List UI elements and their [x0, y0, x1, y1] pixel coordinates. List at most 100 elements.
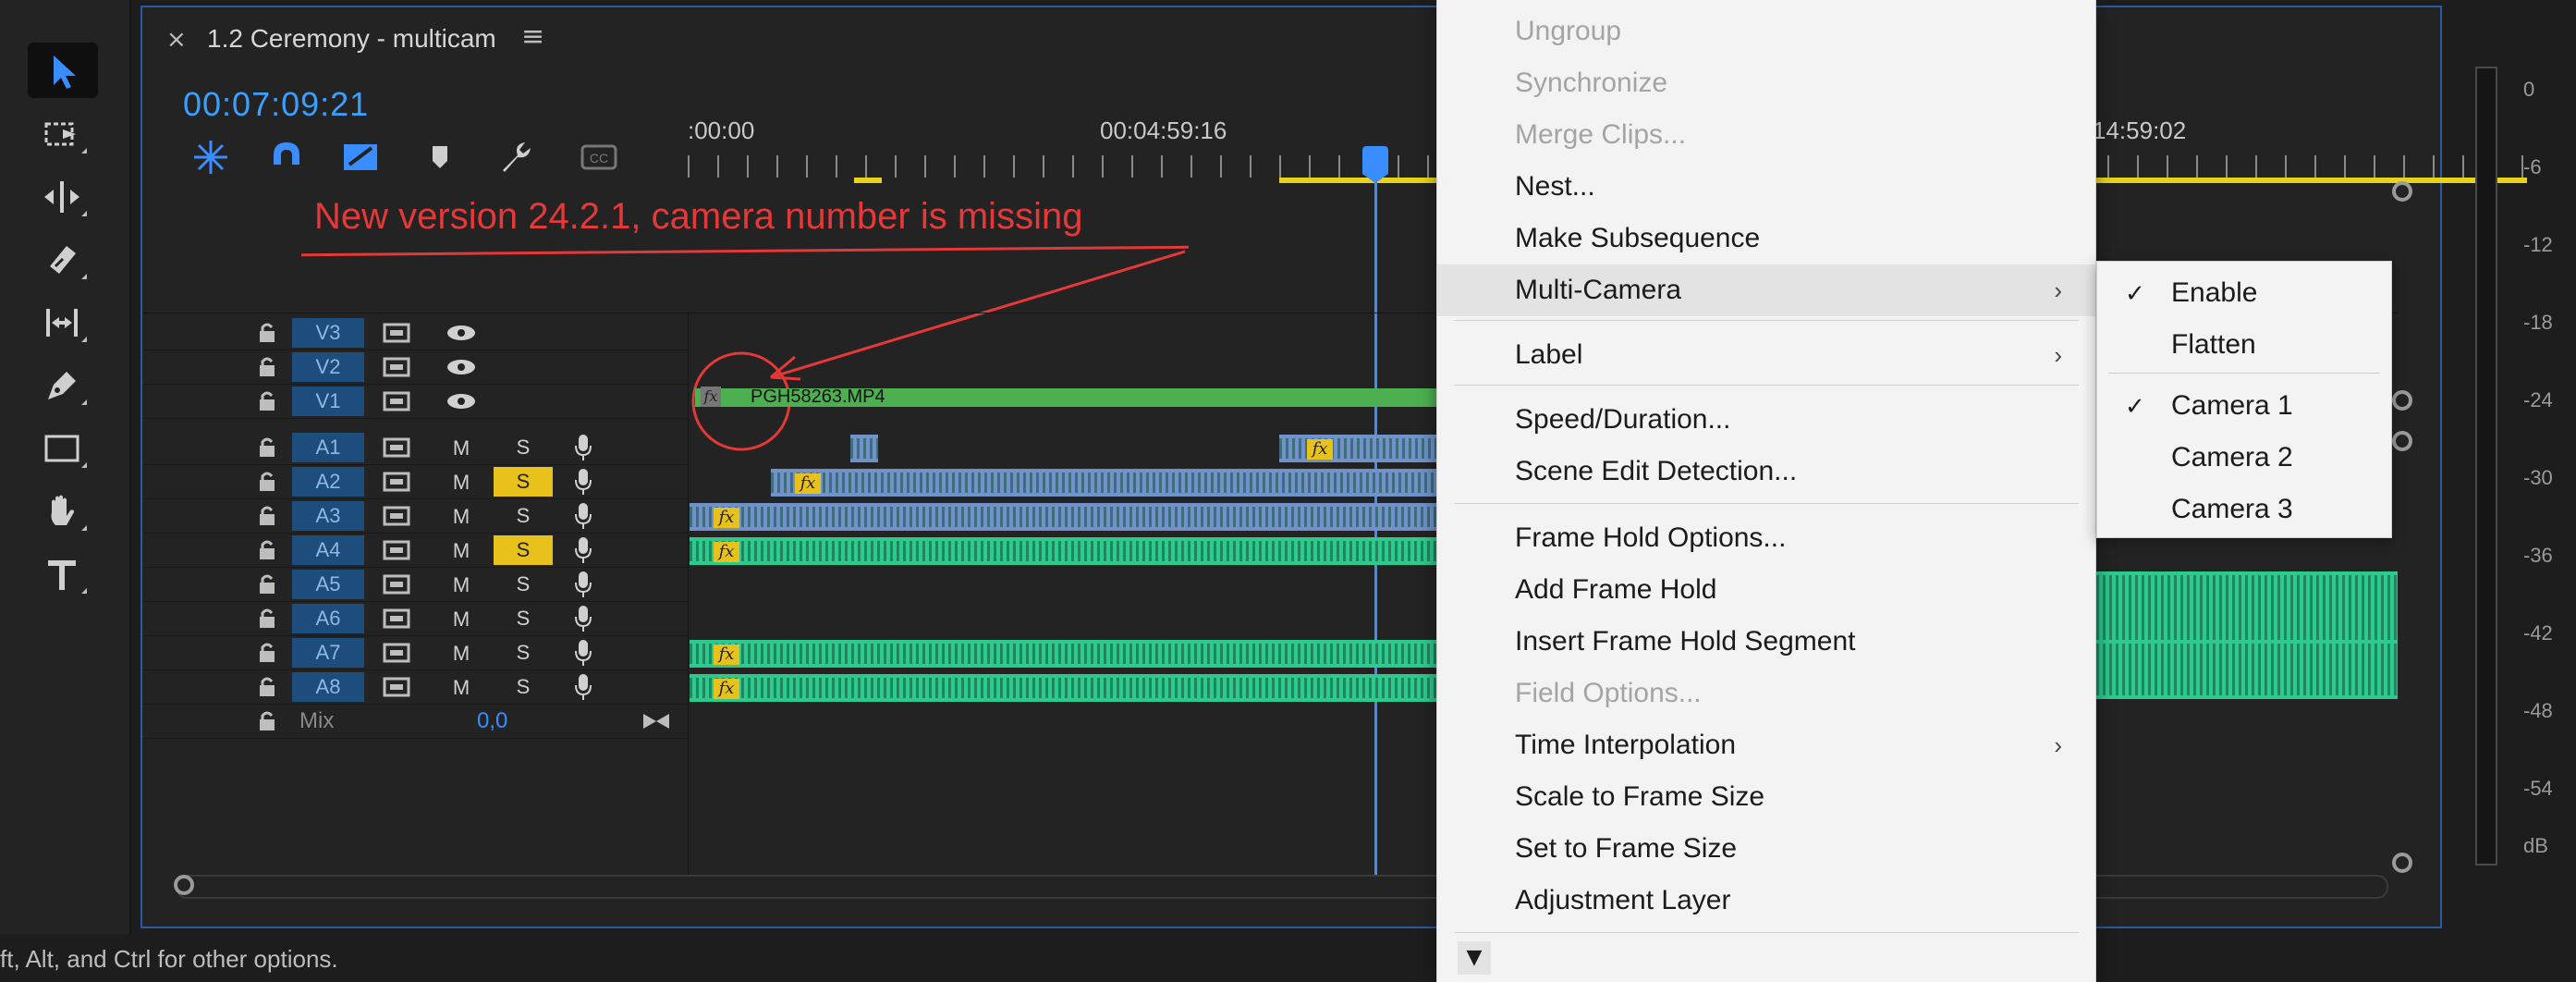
lock-icon[interactable] [255, 674, 279, 698]
track-target-a3[interactable]: A3 [292, 501, 364, 531]
playhead-handle[interactable] [1362, 146, 1388, 183]
lock-icon[interactable] [255, 708, 279, 732]
sync-lock-filmstrip-icon[interactable] [383, 676, 410, 698]
mute-button[interactable]: M [449, 642, 473, 666]
track-target-a1[interactable]: A1 [292, 433, 364, 462]
lock-icon[interactable] [255, 537, 279, 561]
track-target-a8[interactable]: A8 [292, 672, 364, 702]
add-marker-icon[interactable] [420, 137, 460, 178]
lock-icon[interactable] [255, 435, 279, 459]
mute-button[interactable]: M [449, 471, 473, 495]
menu-item-synchronize[interactable]: Synchronize [1437, 57, 2095, 109]
tab-title[interactable]: 1.2 Ceremony - multicam [207, 24, 496, 54]
menu-item-field-options[interactable]: Field Options... [1437, 668, 2095, 719]
track-header-v2[interactable]: V2 [142, 350, 688, 385]
mix-volume-value[interactable]: 0,0 [477, 708, 507, 734]
mute-button[interactable]: M [449, 505, 473, 529]
track-header-v1[interactable]: V1 [142, 385, 688, 419]
vertical-scroll-handle[interactable] [2392, 431, 2412, 451]
sync-lock-filmstrip-icon[interactable] [383, 505, 410, 527]
audio-clip[interactable]: fx [690, 640, 1444, 668]
microphone-icon[interactable] [573, 604, 593, 633]
eye-icon[interactable] [446, 358, 477, 376]
submenu-item-flatten[interactable]: Flatten [2097, 319, 2391, 371]
track-target-a5[interactable]: A5 [292, 570, 364, 599]
microphone-icon[interactable] [573, 433, 593, 462]
track-target-v2[interactable]: V2 [292, 352, 364, 382]
track-target-a2[interactable]: A2 [292, 467, 364, 497]
solo-button[interactable]: S [494, 672, 553, 702]
lock-icon[interactable] [255, 606, 279, 630]
pen-tool[interactable] [28, 357, 98, 412]
mix-bowtie-icon[interactable] [641, 712, 671, 730]
submenu-item-enable[interactable]: ✓ Enable [2097, 267, 2391, 319]
track-header-a7[interactable]: A7 M S [142, 636, 688, 670]
sync-lock-filmstrip-icon[interactable] [383, 356, 410, 378]
rectangle-tool[interactable] [28, 420, 98, 475]
solo-button[interactable]: S [494, 433, 553, 462]
track-header-a5[interactable]: A5 M S [142, 568, 688, 602]
menu-item-adjustment-layer[interactable]: Adjustment Layer [1437, 875, 2095, 927]
lock-icon[interactable] [255, 354, 279, 378]
slip-tool[interactable] [28, 294, 98, 350]
track-header-a4[interactable]: A4 M S [142, 534, 688, 568]
audio-clip[interactable] [2096, 640, 2398, 699]
vertical-scroll-handle[interactable] [2392, 853, 2412, 873]
menu-item-add-frame-hold[interactable]: Add Frame Hold [1437, 564, 2095, 616]
menu-item-speed-duration[interactable]: Speed/Duration... [1437, 394, 2095, 446]
track-target-v1[interactable]: V1 [292, 387, 364, 416]
type-tool[interactable] [28, 546, 98, 601]
track-select-tool[interactable] [28, 105, 98, 161]
captions-icon[interactable]: CC [579, 137, 619, 178]
track-header-a6[interactable]: A6 M S [142, 602, 688, 636]
track-header-a3[interactable]: A3 M S [142, 499, 688, 534]
mute-button[interactable]: M [449, 608, 473, 632]
solo-button[interactable]: S [494, 570, 553, 599]
microphone-icon[interactable] [573, 467, 593, 497]
submenu-item-camera-2[interactable]: Camera 2 [2097, 432, 2391, 484]
track-target-v3[interactable]: V3 [292, 318, 364, 348]
lock-icon[interactable] [255, 640, 279, 664]
playhead-timecode[interactable]: 00:07:09:21 [183, 85, 369, 124]
submenu-item-camera-1[interactable]: ✓ Camera 1 [2097, 380, 2391, 432]
lock-icon[interactable] [255, 469, 279, 493]
menu-item-ungroup[interactable]: Ungroup [1437, 6, 2095, 57]
mute-button[interactable]: M [449, 573, 473, 597]
track-target-a6[interactable]: A6 [292, 604, 364, 633]
linked-selection-icon[interactable] [340, 137, 381, 178]
menu-item-frame-hold-options[interactable]: Frame Hold Options... [1437, 512, 2095, 564]
eye-icon[interactable] [446, 392, 477, 411]
vertical-scroll-handle[interactable] [2392, 390, 2412, 411]
mute-button[interactable]: M [449, 436, 473, 460]
menu-item-multi-camera[interactable]: Multi-Camera › [1437, 264, 2095, 316]
menu-item-time-interpolation[interactable]: Time Interpolation › [1437, 719, 2095, 771]
menu-item-make-subsequence[interactable]: Make Subsequence [1437, 213, 2095, 264]
microphone-icon[interactable] [573, 672, 593, 702]
sync-lock-filmstrip-icon[interactable] [383, 322, 410, 344]
mute-button[interactable]: M [449, 539, 473, 563]
sync-lock-filmstrip-icon[interactable] [383, 539, 410, 561]
eye-icon[interactable] [446, 324, 477, 342]
mute-button[interactable]: M [449, 676, 473, 700]
menu-item-scale-to-frame-size[interactable]: Scale to Frame Size [1437, 771, 2095, 823]
lock-icon[interactable] [255, 571, 279, 595]
menu-item-scene-edit-detection[interactable]: Scene Edit Detection... [1437, 446, 2095, 497]
track-header-a8[interactable]: A8 M S [142, 670, 688, 705]
solo-button[interactable]: S [494, 604, 553, 633]
track-header-v3[interactable]: V3 [142, 316, 688, 350]
menu-item-label[interactable]: Label › [1437, 329, 2095, 381]
vertical-scroll-handle[interactable] [2392, 181, 2412, 202]
hand-tool[interactable] [28, 483, 98, 538]
menu-item-nest[interactable]: Nest... [1437, 161, 2095, 213]
scroll-down-arrow-icon[interactable]: ▼ [1458, 941, 1491, 975]
sync-lock-filmstrip-icon[interactable] [383, 471, 410, 493]
microphone-icon[interactable] [573, 638, 593, 668]
lock-icon[interactable] [255, 320, 279, 344]
sync-lock-filmstrip-icon[interactable] [383, 642, 410, 664]
razor-tool[interactable] [28, 231, 98, 287]
audio-clip[interactable]: fx [690, 503, 1444, 531]
microphone-icon[interactable] [573, 570, 593, 599]
audio-clip[interactable]: fx [771, 469, 1444, 497]
timeline-settings-wrench-icon[interactable] [495, 137, 536, 178]
microphone-icon[interactable] [573, 501, 593, 531]
